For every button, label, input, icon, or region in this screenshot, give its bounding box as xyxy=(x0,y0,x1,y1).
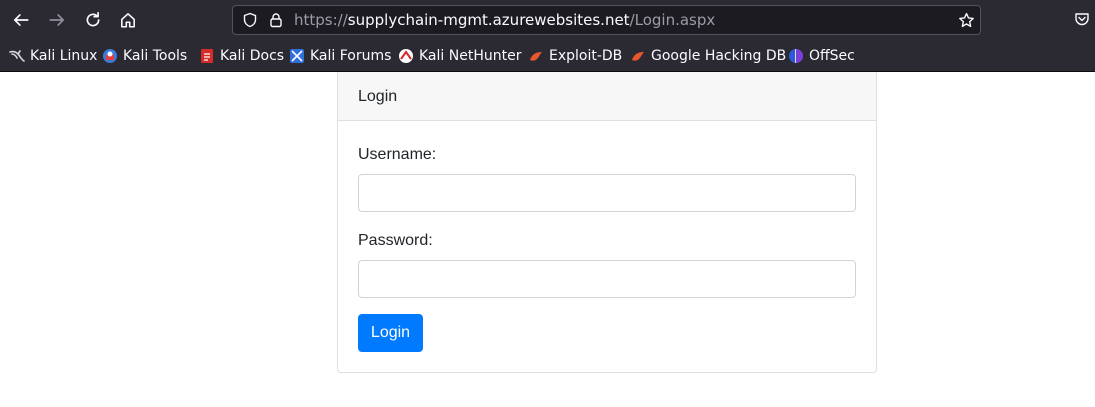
bookmark-label: Kali Forums xyxy=(310,48,392,64)
url-text[interactable]: https://supplychain-mgmt.azurewebsites.n… xyxy=(294,11,715,30)
browser-toolbar: https://supplychain-mgmt.azurewebsites.n… xyxy=(0,0,1095,41)
forward-button[interactable] xyxy=(44,7,70,33)
kali-nethunter-icon xyxy=(399,49,413,63)
password-input[interactable] xyxy=(358,260,856,298)
bookmark-label: Kali Docs xyxy=(220,48,285,64)
bookmark-kali-nethunter[interactable]: Kali NetHunter xyxy=(398,47,521,65)
tracking-protection-shield-icon[interactable] xyxy=(241,11,259,29)
address-bar[interactable]: https://supplychain-mgmt.azurewebsites.n… xyxy=(232,5,981,35)
back-arrow-icon xyxy=(13,14,29,26)
pocket-icon[interactable] xyxy=(1074,11,1092,29)
url-path: /Login.aspx xyxy=(629,11,716,29)
kali-dragon-icon xyxy=(9,50,25,62)
url-host: supplychain-mgmt.azurewebsites.net xyxy=(347,11,630,29)
kali-tools-icon xyxy=(103,49,117,63)
bookmark-exploit-db[interactable]: Exploit-DB xyxy=(528,47,622,65)
exploit-db-icon xyxy=(632,52,644,61)
exploit-db-icon xyxy=(530,52,542,61)
login-card: Login Username: Password: Login xyxy=(337,72,877,373)
bookmark-kali-forums[interactable]: Kali Forums xyxy=(289,47,391,65)
lock-icon[interactable] xyxy=(267,11,285,29)
bookmark-label: Kali Linux xyxy=(30,48,98,64)
home-button[interactable] xyxy=(115,7,141,33)
login-card-header: Login xyxy=(338,72,876,121)
bookmark-label: Google Hacking DB xyxy=(651,48,787,64)
home-icon xyxy=(121,13,135,28)
kali-docs-icon xyxy=(201,49,213,63)
page-content: Login Username: Password: Login xyxy=(0,72,1095,407)
bookmarks-toolbar: Kali Linux Kali Tools Kali Docs Kali For… xyxy=(0,41,1095,72)
login-button[interactable]: Login xyxy=(358,314,423,352)
bookmark-star-icon[interactable] xyxy=(957,11,975,29)
bookmark-google-hacking-db[interactable]: Google Hacking DB xyxy=(630,47,786,65)
bookmark-kali-tools[interactable]: Kali Tools xyxy=(102,47,187,65)
bookmark-label: Kali NetHunter xyxy=(419,48,522,64)
reload-button[interactable] xyxy=(80,7,106,33)
url-scheme: https:// xyxy=(294,11,348,29)
username-label: Username: xyxy=(358,146,437,163)
bookmark-label: Kali Tools xyxy=(123,48,188,64)
back-button[interactable] xyxy=(8,7,34,33)
forward-arrow-icon xyxy=(49,14,65,26)
bookmark-label: OffSec xyxy=(809,48,855,64)
bookmark-offsec[interactable]: OffSec xyxy=(788,47,855,65)
bookmark-kali-linux[interactable]: Kali Linux xyxy=(9,47,97,65)
password-label: Password: xyxy=(358,232,433,249)
reload-icon xyxy=(86,11,100,27)
username-input[interactable] xyxy=(358,174,856,212)
bookmark-label: Exploit-DB xyxy=(549,48,623,64)
login-title: Login xyxy=(358,88,398,105)
kali-forums-icon xyxy=(290,49,304,63)
offsec-icon xyxy=(789,49,803,63)
bookmark-kali-docs[interactable]: Kali Docs xyxy=(199,47,284,65)
